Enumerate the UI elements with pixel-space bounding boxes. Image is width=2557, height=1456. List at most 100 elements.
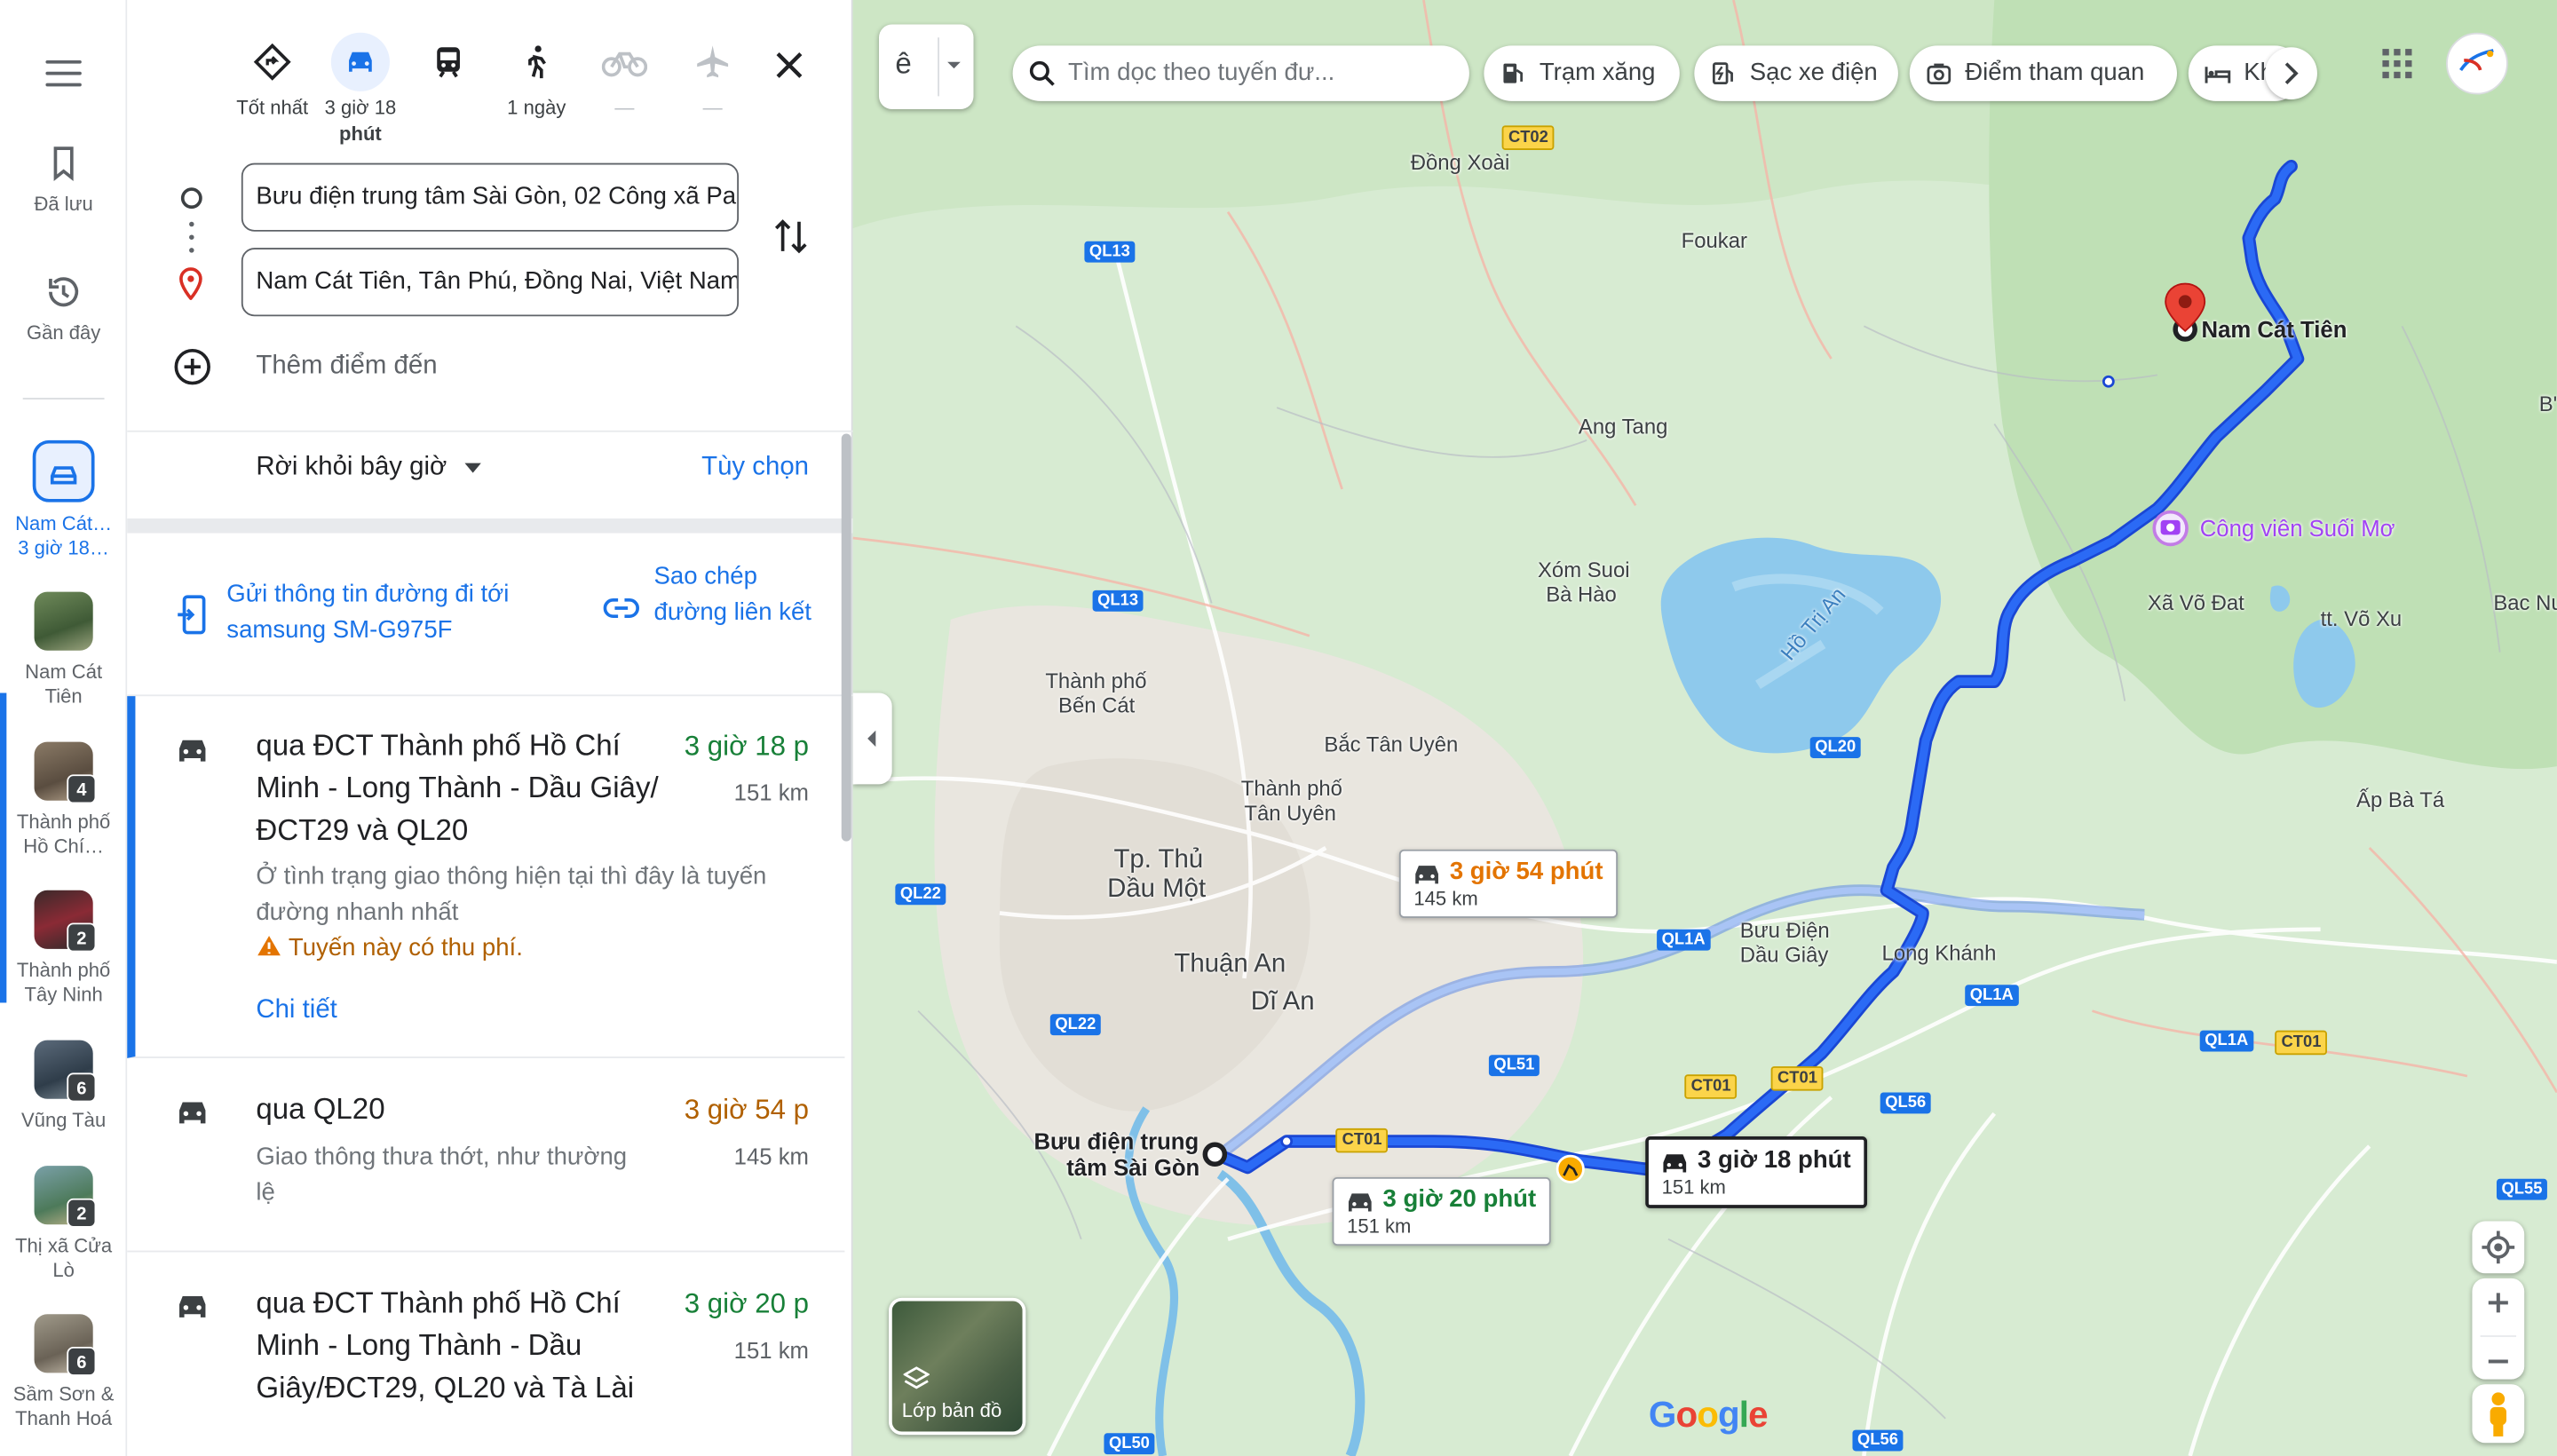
place-label[interactable]: Bến Cát <box>1058 693 1135 718</box>
city-label[interactable]: Dầu Một <box>1107 876 1206 902</box>
scrollbar[interactable] <box>841 433 851 842</box>
share-row: Gửi thông tin đường đi tới samsung SM-G9… <box>127 534 853 697</box>
destination-pin[interactable] <box>2165 282 2206 333</box>
city-label[interactable]: Thuận An <box>1174 952 1286 977</box>
route-title: qua ĐCT Thành phố Hồ Chí Minh - Long Thà… <box>256 1286 635 1405</box>
roadwork-icon[interactable] <box>1556 1154 1585 1183</box>
bed-icon <box>2205 67 2231 83</box>
route-bubble-selected[interactable]: 3 giờ 18 phút 151 km <box>1645 1136 1868 1208</box>
origin-marker[interactable] <box>1202 1142 1228 1167</box>
layers-button[interactable]: Lớp bản đồ <box>889 1297 1026 1436</box>
rail-item-label: Sầm Sơn & <box>12 1382 115 1406</box>
copy-link-button[interactable]: Sao chép đường liên kết <box>654 559 818 629</box>
rail-item-tay-ninh[interactable]: 2 Thành phố Tây Ninh <box>0 890 127 1008</box>
rail-item-vung-tau[interactable]: 6 Vũng Tàu <box>0 1040 127 1134</box>
route-option-1[interactable]: qua ĐCT Thành phố Hồ Chí Minh - Long Thà… <box>127 696 845 1058</box>
chip-attractions[interactable]: Điểm tham quan <box>1909 45 2177 101</box>
route-bubble-alt[interactable]: 3 giờ 20 phút 151 km <box>1332 1176 1551 1246</box>
city-label[interactable]: Tp. Thủ <box>1113 847 1203 873</box>
place-label[interactable]: Bà Hào <box>1546 582 1617 607</box>
place-label[interactable]: Tân Uyên <box>1244 801 1336 826</box>
place-label[interactable]: Foukar <box>1682 228 1747 253</box>
place-label[interactable]: Ấp Bà Tá <box>2356 787 2444 812</box>
place-label[interactable]: Long Khánh <box>1882 941 1997 966</box>
collapse-panel-button[interactable] <box>852 692 892 785</box>
destination-input[interactable]: Nam Cát Tiên, Tân Phú, Đồng Nai, Việt Na… <box>241 248 740 317</box>
poi-label[interactable]: Công viên Suối Mơ <box>2200 516 2395 542</box>
avatar[interactable] <box>2446 32 2508 95</box>
place-label[interactable]: Thành phố <box>1045 669 1146 693</box>
place-thumbnail: 4 <box>34 741 97 804</box>
rail-item-current-route[interactable]: Nam Cát… 3 giờ 18… <box>0 439 127 561</box>
saved-button[interactable]: Đã lưu <box>0 144 127 218</box>
chips-next-button[interactable] <box>2265 47 2317 100</box>
rail-item-sam-son[interactable]: 6 Sầm Sơn & Thanh Hoá <box>0 1314 127 1431</box>
mode-flight[interactable]: — <box>669 33 756 121</box>
road-shield: CT01 <box>1770 1066 1825 1091</box>
route-option-3[interactable]: qua ĐCT Thành phố Hồ Chí Minh - Long Thà… <box>127 1254 844 1456</box>
origin-label[interactable]: Bưu điện trung <box>1033 1129 1199 1155</box>
account-logo-icon <box>2459 49 2494 72</box>
mode-drive[interactable]: 3 giờ 18 phút <box>316 32 404 147</box>
count-badge: 2 <box>67 1198 97 1228</box>
chip-gas-station[interactable]: Trạm xăng <box>1484 45 1680 101</box>
place-label[interactable]: Dầu Giây <box>1740 942 1829 967</box>
place-label[interactable]: B' <box>2539 392 2557 416</box>
depart-dropdown[interactable]: Rời khỏi bây giờ <box>256 454 483 483</box>
place-label[interactable]: Xã Võ Đat <box>2148 590 2244 615</box>
car-icon <box>1415 866 1438 884</box>
car-icon <box>179 740 206 762</box>
saved-label: Đã lưu <box>34 192 93 216</box>
zoom-in-icon[interactable] <box>2472 1278 2524 1327</box>
zoom-out-icon[interactable] <box>2472 1337 2524 1386</box>
count-badge: 2 <box>67 922 97 953</box>
add-circle-icon <box>174 349 210 385</box>
history-icon <box>49 277 79 307</box>
mode-transit[interactable] <box>405 33 493 95</box>
place-label[interactable]: Xóm Suoi <box>1538 558 1630 582</box>
rail-item-label: Lò <box>52 1258 75 1282</box>
mode-best[interactable]: Tốt nhất <box>228 33 316 121</box>
place-label[interactable]: Bac Nu <box>2493 590 2557 615</box>
details-link[interactable]: Chi tiết <box>256 996 336 1025</box>
city-label[interactable]: Dĩ An <box>1251 989 1315 1015</box>
place-label[interactable]: Bưu Điện <box>1740 918 1830 943</box>
origin-label[interactable]: tâm Sài Gòn <box>1066 1155 1199 1181</box>
street-view-button[interactable] <box>2472 1384 2525 1444</box>
toll-warning: Tuyến này có thu phí. <box>256 934 523 962</box>
route-bubble-alt[interactable]: 3 giờ 54 phút 145 km <box>1398 849 1619 918</box>
recent-button[interactable]: Gần đây <box>0 273 127 346</box>
close-icon[interactable] <box>770 45 809 84</box>
my-location-button[interactable] <box>2472 1221 2525 1274</box>
destination-label[interactable]: Nam Cát Tiên <box>2202 317 2347 343</box>
mode-bike[interactable]: — <box>581 33 669 121</box>
place-label[interactable]: Đồng Xoài <box>1411 150 1510 175</box>
place-label[interactable]: tt. Võ Xu <box>2321 606 2403 631</box>
place-label[interactable]: Ang Tang <box>1579 414 1667 439</box>
options-link[interactable]: Tùy chọn <box>701 454 809 483</box>
send-to-phone-link[interactable]: Gửi thông tin đường đi tới samsung SM-G9… <box>226 577 552 649</box>
place-label[interactable]: Thành phố <box>1241 776 1342 801</box>
travel-mode-bar: Tốt nhất 3 giờ 18 phút 1 ngày — — <box>228 32 815 147</box>
bubble-time: 3 giờ 18 phút <box>1698 1146 1851 1175</box>
route-duration: 3 giờ 18 p <box>684 730 810 762</box>
place-thumbnail: 2 <box>34 890 97 953</box>
rail-item-nam-cat-tien[interactable]: Nam Cát Tiên <box>0 591 127 709</box>
chip-ev-charging[interactable]: Sạc xe điện <box>1694 45 1898 101</box>
map-canvas[interactable]: Đồng Xoài Foukar Ang Tang Xóm Suoi Bà Hà… <box>852 0 2557 1456</box>
add-destination-button[interactable]: Thêm điểm đến <box>173 347 662 390</box>
search-along-route-input[interactable]: Tìm dọc theo tuyến đư... <box>1012 45 1469 101</box>
rail-item-ho-chi-minh[interactable]: 4 Thành phố Hồ Chí… <box>0 741 127 859</box>
rail-item-cua-lo[interactable]: 2 Thị xã Cửa Lò <box>0 1166 127 1283</box>
origin-input[interactable]: Bưu điện trung tâm Sài Gòn, 02 Công xã P… <box>241 162 740 232</box>
apps-grid-icon[interactable] <box>2381 47 2414 80</box>
menu-icon[interactable] <box>45 59 82 87</box>
layers-label: Lớp bản đồ <box>901 1398 1002 1422</box>
depart-label: Rời khỏi bây giờ <box>256 453 447 481</box>
swap-icon[interactable] <box>772 215 811 257</box>
route-option-2[interactable]: qua QL20 3 giờ 54 p 145 km Giao thông th… <box>127 1060 845 1253</box>
rail-item-label: Thị xã Cửa <box>15 1234 113 1257</box>
mode-walk[interactable]: 1 ngày <box>493 33 581 121</box>
input-tools-button[interactable]: ê <box>878 24 974 110</box>
place-label[interactable]: Bắc Tân Uyên <box>1324 732 1458 757</box>
